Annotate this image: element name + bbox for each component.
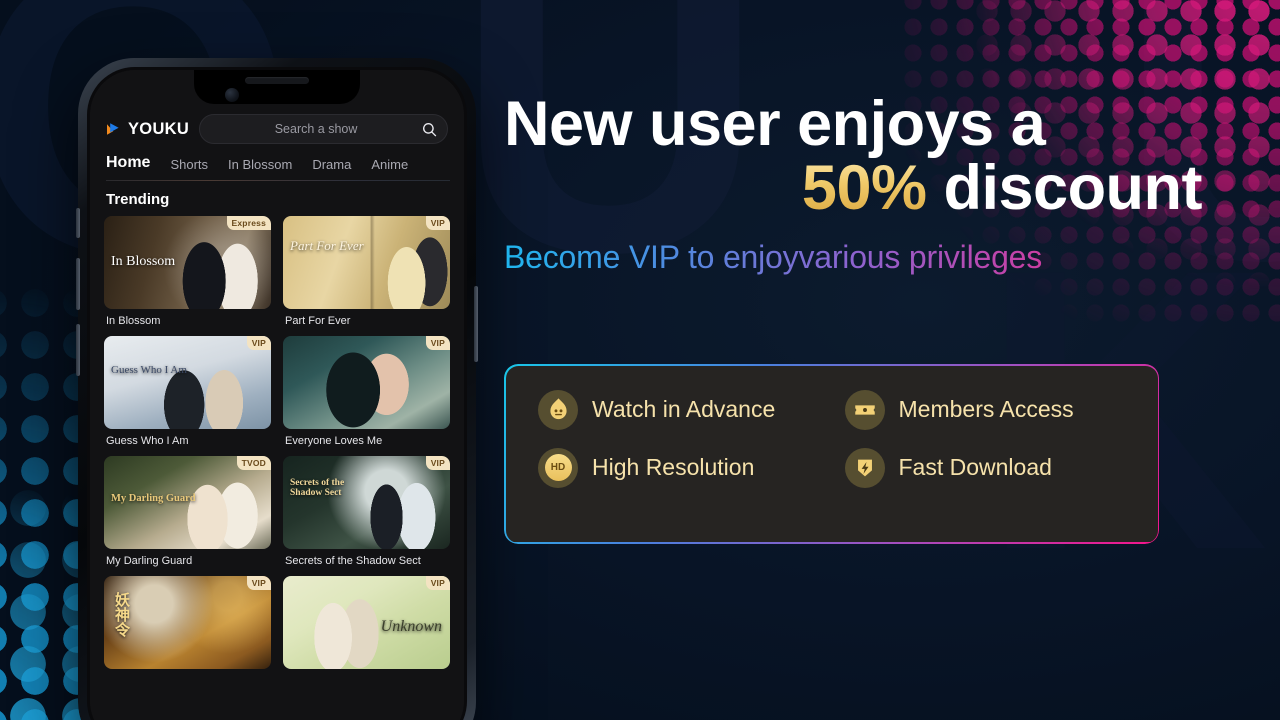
- lightning-download-icon: [844, 447, 885, 488]
- phone-mockup: YOUKU Search a show Home Shorts In Bloss…: [76, 58, 478, 720]
- thumbnail-figures: [104, 336, 271, 429]
- show-title: In Blossom: [106, 315, 161, 327]
- youku-wordmark: YOUKU: [128, 119, 190, 138]
- benefit-high-resolution: HD High Resolution: [538, 447, 819, 488]
- thumbnail-overlay-title: My Darling Guard: [111, 493, 196, 504]
- show-thumbnail[interactable]: VIP: [283, 336, 450, 429]
- show-card[interactable]: TVOD My Darling Guard My Darling Guard: [104, 456, 271, 567]
- show-card[interactable]: VIP Unknown: [283, 576, 450, 669]
- show-thumbnail[interactable]: Express In Blossom: [104, 216, 271, 309]
- youku-play-mark-icon: [106, 121, 123, 138]
- benefit-label: Watch in Advance: [592, 396, 776, 422]
- show-thumbnail[interactable]: VIP 妖神令: [104, 576, 271, 669]
- show-title: Secrets of the Shadow Sect: [285, 555, 421, 567]
- thumbnail-overlay-title: Part For Ever: [290, 238, 364, 253]
- phone-notch: [194, 70, 360, 104]
- show-thumbnail[interactable]: VIP Part For Ever: [283, 216, 450, 309]
- benefit-label: High Resolution: [592, 454, 755, 480]
- ticket-icon: [844, 389, 885, 430]
- show-card[interactable]: VIP Part For Ever Part For Ever: [283, 216, 450, 327]
- show-thumbnail[interactable]: VIP Secrets of the Shadow Sect: [283, 456, 450, 549]
- badge-vip: VIP: [246, 576, 271, 590]
- show-card[interactable]: VIP Guess Who I Am Guess Who I Am: [104, 336, 271, 447]
- vip-benefits-box: Watch in Advance Members Access HD High …: [504, 363, 1159, 544]
- search-bar[interactable]: Search a show: [199, 114, 448, 144]
- show-thumbnail[interactable]: VIP Guess Who I Am: [104, 336, 271, 429]
- show-card[interactable]: VIP 妖神令: [104, 576, 271, 669]
- discount-amount: 50%: [801, 153, 927, 224]
- youku-logo[interactable]: YOUKU: [106, 120, 189, 139]
- hd-label: HD: [544, 454, 572, 481]
- search-input[interactable]: Search a show: [210, 122, 422, 136]
- badge-vip: VIP: [425, 336, 450, 350]
- thumbnail-overlay-title: 妖神令: [113, 592, 129, 637]
- tab-home[interactable]: Home: [106, 154, 150, 180]
- phone-volume-up-button: [76, 258, 80, 310]
- thumbnail-overlay-title: Secrets of the Shadow Sect: [290, 478, 345, 499]
- front-camera-icon: [225, 88, 239, 102]
- promo-subheadline: Become VIP to enjoyvarious privileges: [504, 239, 1204, 276]
- benefit-label: Fast Download: [898, 454, 1052, 480]
- headline-line-2: 50% discount: [504, 156, 1204, 220]
- badge-vip: VIP: [425, 576, 450, 590]
- app-topbar: YOUKU Search a show: [90, 104, 464, 150]
- discount-word: discount: [926, 153, 1203, 224]
- thumbnail-overlay-title: Guess Who I Am: [111, 364, 187, 376]
- app-tabs: Home Shorts In Blossom Drama Anime: [90, 150, 464, 180]
- phone-power-button: [474, 286, 478, 362]
- tab-in-blossom[interactable]: In Blossom: [228, 157, 292, 180]
- show-title: Everyone Loves Me: [285, 435, 383, 447]
- badge-vip: VIP: [246, 336, 271, 350]
- thumbnail-overlay-title: In Blossom: [111, 254, 176, 269]
- promo-banner: O U U K: [0, 0, 1280, 720]
- phone-screen: YOUKU Search a show Home Shorts In Bloss…: [90, 70, 464, 720]
- youku-app: YOUKU Search a show Home Shorts In Bloss…: [90, 70, 464, 720]
- show-thumbnail[interactable]: TVOD My Darling Guard: [104, 456, 271, 549]
- phone-bezel: YOUKU Search a show Home Shorts In Bloss…: [87, 67, 467, 720]
- thumbnail-figures: [283, 456, 450, 549]
- show-title: My Darling Guard: [106, 555, 193, 567]
- hd-icon: HD: [538, 447, 578, 488]
- tab-drama[interactable]: Drama: [312, 157, 351, 180]
- thumbnail-figures: [283, 336, 450, 429]
- vip-benefits-grid: Watch in Advance Members Access HD High …: [538, 389, 1126, 488]
- trending-grid: Express In Blossom In Blossom VIP Part F…: [90, 216, 464, 669]
- badge-tvod: TVOD: [236, 456, 271, 470]
- benefit-fast-download: Fast Download: [844, 447, 1126, 488]
- earpiece-speaker-icon: [245, 77, 309, 84]
- promo-headline: New user enjoys a 50% discount: [504, 0, 1204, 221]
- phone-volume-down-button: [76, 324, 80, 376]
- show-thumbnail[interactable]: VIP Unknown: [283, 576, 450, 669]
- badge-vip: VIP: [425, 216, 450, 230]
- benefit-members-access: Members Access: [844, 389, 1126, 430]
- badge-vip: VIP: [425, 456, 450, 470]
- show-card[interactable]: Express In Blossom In Blossom: [104, 216, 271, 327]
- tab-anime[interactable]: Anime: [371, 157, 408, 180]
- tab-shorts[interactable]: Shorts: [170, 157, 208, 180]
- show-card[interactable]: VIP Everyone Loves Me: [283, 336, 450, 447]
- search-icon[interactable]: [422, 122, 437, 137]
- show-title: Guess Who I Am: [106, 435, 189, 447]
- thumbnail-overlay-title: Unknown: [380, 618, 442, 635]
- section-title-trending: Trending: [106, 191, 170, 208]
- benefit-watch-in-advance: Watch in Advance: [538, 389, 819, 430]
- show-title: Part For Ever: [285, 315, 351, 327]
- badge-express: Express: [226, 216, 271, 230]
- thumbnail-figures: [283, 216, 450, 309]
- flame-face-icon: [538, 389, 578, 430]
- headline-line-1: New user enjoys a: [504, 89, 1046, 159]
- benefit-label: Members Access: [898, 396, 1074, 422]
- show-card[interactable]: VIP Secrets of the Shadow Sect Secrets o…: [283, 456, 450, 567]
- promo-content: New user enjoys a 50% discount Become VI…: [504, 0, 1204, 720]
- phone-mute-switch: [76, 208, 80, 238]
